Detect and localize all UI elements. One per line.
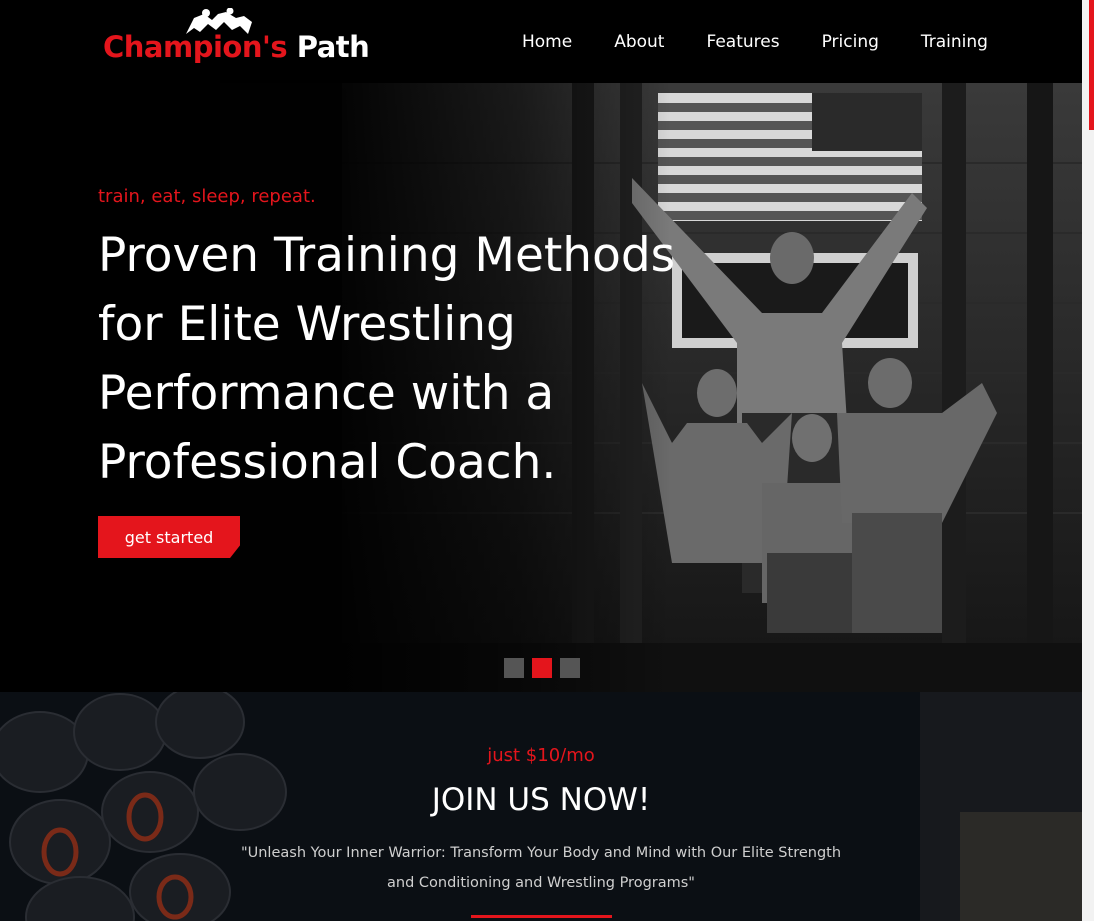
nav-pricing[interactable]: Pricing	[822, 32, 879, 52]
nav-about[interactable]: About	[614, 32, 664, 52]
join-quote: "Unleash Your Inner Warrior: Transform Y…	[240, 845, 842, 891]
nav-training[interactable]: Training	[921, 32, 988, 52]
hero-headline: Proven Training Methods for Elite Wrestl…	[98, 228, 676, 490]
brand-name: Champion's Path	[103, 30, 370, 64]
join-section: just $10/mo JOIN US NOW! "Unleash Your I…	[0, 692, 1082, 921]
hero-slider: train, eat, sleep, repeat. Proven Traini…	[0, 83, 1082, 692]
hero-tagline: train, eat, sleep, repeat.	[98, 186, 316, 207]
price-label: just $10/mo	[487, 745, 595, 766]
nav-features[interactable]: Features	[706, 32, 779, 52]
slider-dot-2[interactable]	[532, 658, 552, 678]
scrollbar-thumb[interactable]	[1089, 0, 1094, 130]
nav-home[interactable]: Home	[522, 32, 572, 52]
title-underline	[471, 915, 612, 918]
main-nav: Home About Features Pricing Training	[522, 32, 1030, 52]
site-header: Champion's Path Home About Features Pric…	[0, 0, 1082, 83]
brand-name-red: Champion's	[103, 30, 288, 64]
slider-dot-1[interactable]	[504, 658, 524, 678]
brand-logo[interactable]: Champion's Path	[103, 8, 370, 78]
slider-dots	[504, 658, 580, 678]
join-title: JOIN US NOW!	[431, 782, 651, 818]
get-started-button[interactable]: get started	[98, 516, 240, 558]
page-scrollbar[interactable]	[1082, 0, 1094, 921]
brand-name-white: Path	[296, 30, 370, 64]
slider-dot-3[interactable]	[560, 658, 580, 678]
